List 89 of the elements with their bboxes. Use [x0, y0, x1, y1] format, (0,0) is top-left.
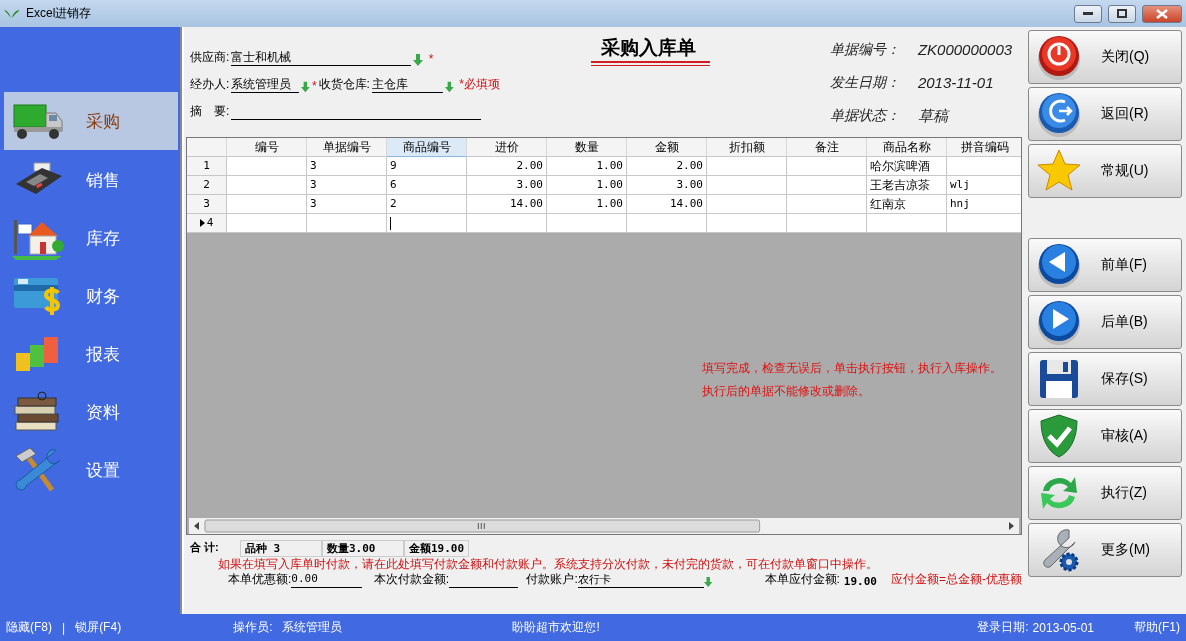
row-header[interactable]: 2 — [187, 176, 227, 195]
field-label: 本单优惠额: — [228, 571, 292, 588]
table-cell[interactable] — [867, 214, 947, 233]
action-button[interactable]: 更多(M) — [1028, 523, 1182, 577]
row-header[interactable]: 4 — [187, 214, 227, 233]
info-label: 单据编号： — [830, 41, 901, 59]
close-icon — [1156, 8, 1168, 19]
maximize-button[interactable] — [1108, 4, 1136, 23]
minimize-button[interactable] — [1074, 4, 1102, 23]
sidebar-item[interactable]: 库存 — [4, 209, 178, 267]
sidebar-item[interactable]: 报表 — [4, 325, 178, 383]
totals-value: 品种 3 — [240, 540, 322, 557]
field-label: 经办人: — [190, 76, 230, 93]
sidebar-item[interactable]: 设置 — [4, 441, 178, 499]
window-title: Excel进销存 — [26, 5, 93, 22]
sidebar-item[interactable]: 销售 — [4, 151, 178, 209]
column-header[interactable]: 商品编号 — [387, 138, 467, 157]
totals-label: 合 计: — [189, 540, 220, 555]
table-cell[interactable] — [227, 214, 307, 233]
action-button[interactable]: 返回(R) — [1028, 87, 1182, 141]
info-label: 单据状态： — [830, 107, 901, 125]
payment-note: 如果在填写入库单时付款，请在此处填写付款金额和付款账户。系统支持分次付款，未付完的货款，可在付款单窗口中操作。 — [217, 557, 879, 571]
lock-link[interactable]: 锁屏(F4) — [75, 619, 122, 636]
field-label: 本单应付金额: — [764, 571, 840, 588]
login-date: 2013-05-01 — [1032, 620, 1094, 635]
required-mark: * — [311, 79, 317, 93]
sidebar-item[interactable]: 财务 — [4, 267, 178, 325]
action-button[interactable]: 审核(A) — [1028, 409, 1182, 463]
current-row-icon — [199, 219, 205, 227]
supplier-field[interactable]: 富士和机械 — [231, 49, 412, 66]
operator-label: 操作员: — [233, 619, 273, 636]
required-note: *必填项 — [458, 76, 500, 93]
action-button[interactable]: 保存(S) — [1028, 352, 1182, 406]
field-label: 供应商: — [190, 49, 230, 66]
dropdown-arrow-icon[interactable] — [413, 54, 424, 66]
required-mark: * — [427, 52, 434, 66]
action-button[interactable]: 执行(Z) — [1028, 466, 1182, 520]
dropdown-arrow-icon[interactable] — [301, 81, 310, 93]
table-cell[interactable] — [547, 214, 627, 233]
login-date-label: 登录日期: — [977, 619, 1029, 636]
minimize-icon — [1083, 11, 1093, 16]
table-cell[interactable] — [467, 214, 547, 233]
formula-text: 应付金额=总金额-优惠额 — [890, 571, 1022, 588]
info-value: 草稿 — [917, 107, 951, 126]
field-label: 本次付款金额: — [373, 571, 450, 588]
document-title: 采购入库单 — [590, 35, 710, 63]
table-cell[interactable] — [787, 214, 867, 233]
table-cell[interactable] — [707, 214, 787, 233]
close-button[interactable] — [1142, 4, 1182, 23]
payable-amount: 19.00 — [843, 575, 877, 588]
discount-field[interactable]: 0.00 — [291, 571, 362, 588]
warehouse-field[interactable]: 主仓库 — [371, 76, 444, 93]
welcome-text: 盼盼超市欢迎您! — [512, 619, 600, 636]
help-link[interactable]: 帮助(F1) — [1134, 619, 1180, 636]
totals-value: 金额19.00 — [404, 540, 470, 557]
hide-link[interactable]: 隐藏(F8) — [6, 619, 52, 636]
instruction-text: 执行后的单据不能修改或删除。 — [702, 383, 871, 400]
totals-value: 数量3.00 — [322, 540, 404, 557]
horizontal-scrollbar[interactable] — [189, 518, 1019, 534]
action-button[interactable]: 前单(F) — [1028, 238, 1182, 292]
action-button[interactable]: 后单(B) — [1028, 295, 1182, 349]
row-header[interactable]: 1 — [187, 157, 227, 176]
field-label: 摘 要: — [190, 103, 230, 120]
dropdown-arrow-icon[interactable] — [703, 576, 713, 588]
handler-field[interactable]: 系统管理员 — [231, 76, 300, 93]
info-value: ZK000000003 — [917, 41, 1014, 59]
power-icon — [1035, 33, 1083, 81]
maximize-icon — [1117, 9, 1127, 18]
table-cell[interactable] — [627, 214, 707, 233]
action-button[interactable]: 常规(U) — [1028, 144, 1182, 198]
right-arrow-icon — [1035, 298, 1083, 346]
left-arrow-icon — [1035, 241, 1083, 289]
field-label: 收货仓库: — [318, 76, 370, 93]
info-label: 发生日期： — [830, 74, 901, 92]
back-arrow-icon — [1035, 90, 1083, 138]
info-value: 2013-11-01 — [917, 74, 995, 92]
text-cursor — [390, 216, 391, 230]
table-cell[interactable] — [387, 214, 467, 233]
row-header[interactable]: 3 — [187, 195, 227, 214]
field-label: 付款账户: — [526, 571, 578, 588]
table-cell[interactable] — [307, 214, 387, 233]
truck-icon — [12, 101, 64, 141]
instruction-text: 填写完成，检查无误后，单击执行按钮，执行入库操作。 — [702, 360, 1002, 377]
dropdown-arrow-icon[interactable] — [445, 81, 454, 93]
operator-name: 系统管理员 — [282, 619, 343, 636]
sidebar-item[interactable]: 采购 — [4, 92, 178, 150]
action-button[interactable]: 关闭(Q) — [1028, 30, 1182, 84]
separator-text: | — [62, 620, 66, 635]
sidebar-item[interactable]: 资料 — [4, 383, 178, 441]
